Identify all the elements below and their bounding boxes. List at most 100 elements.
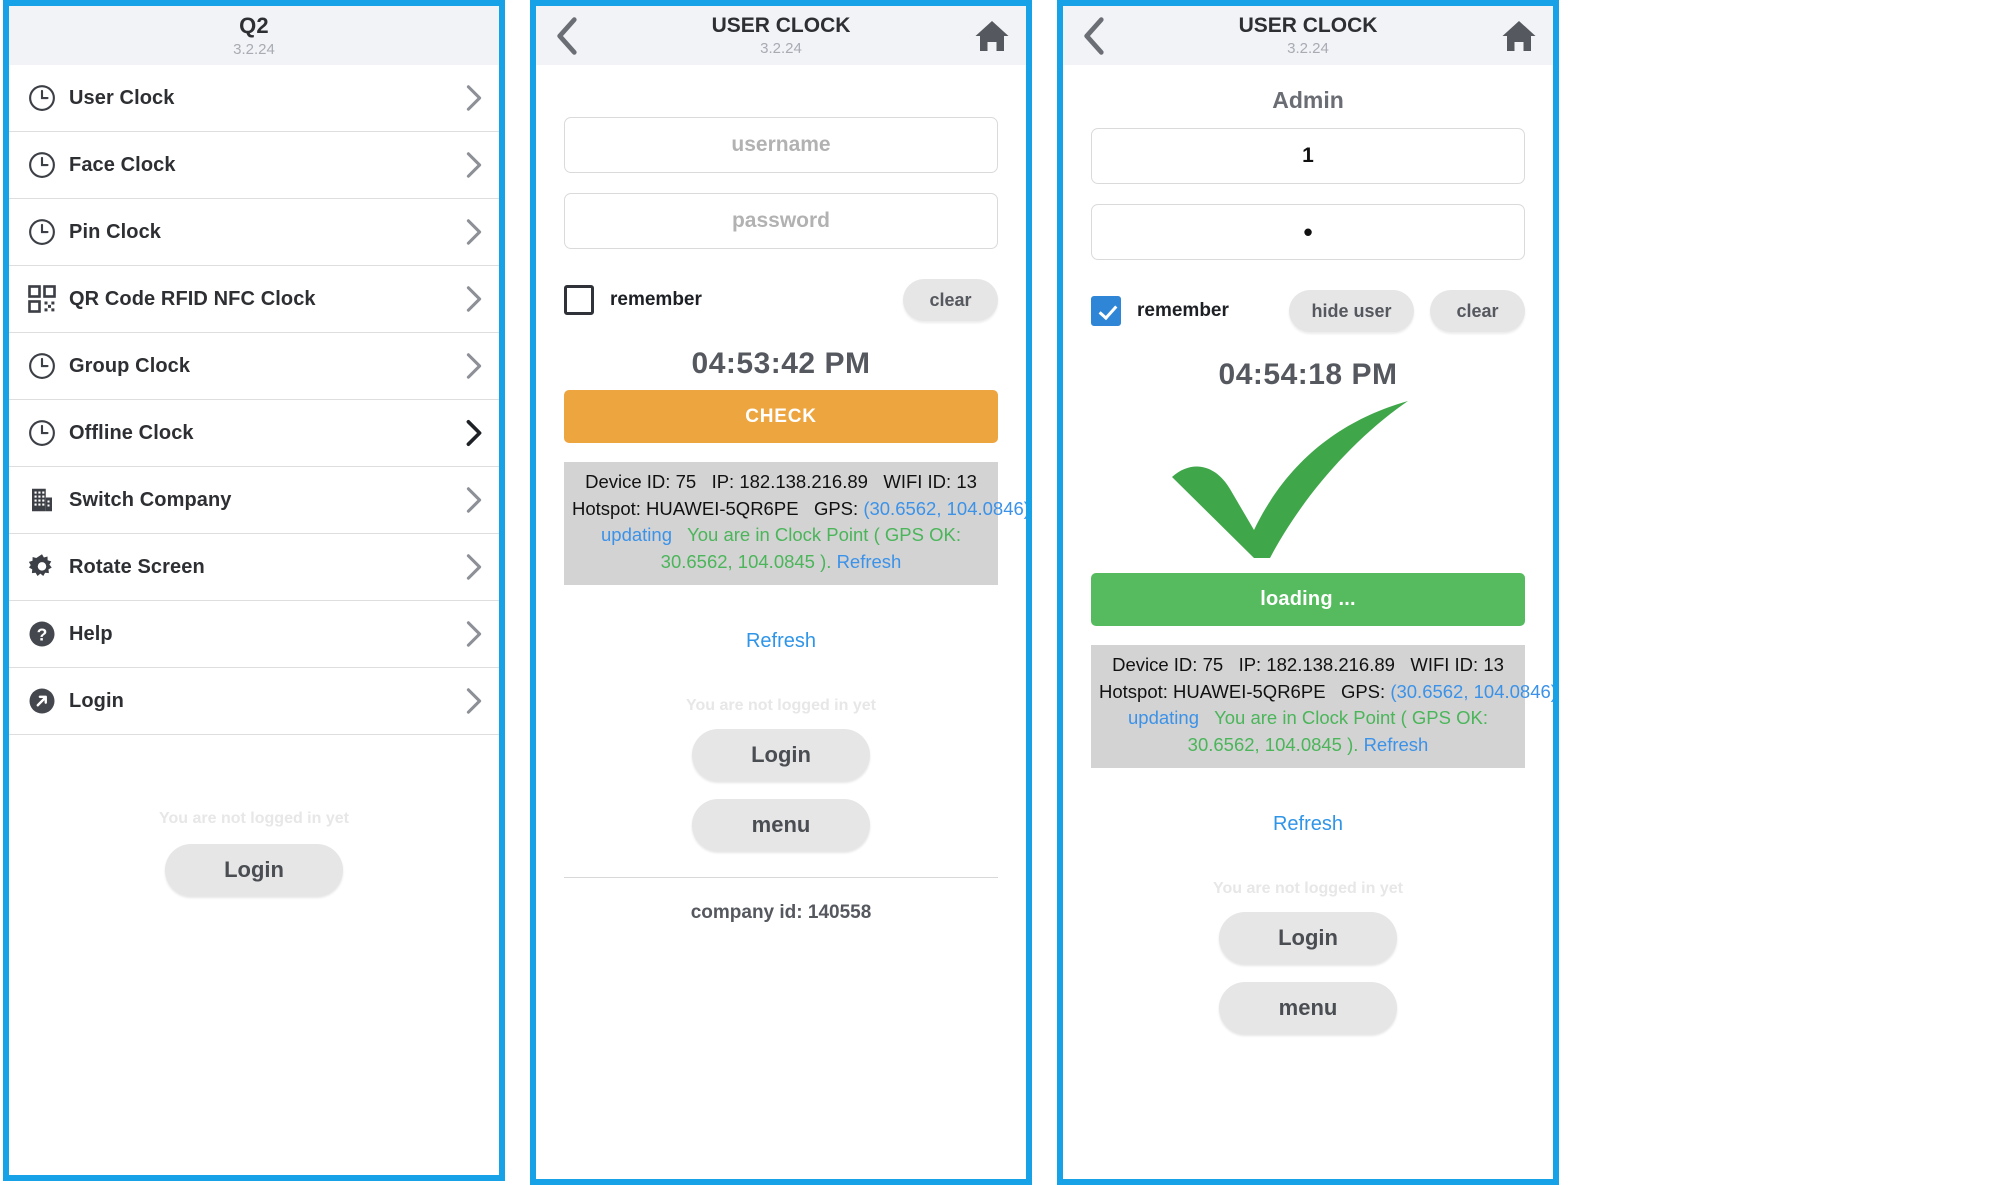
device-info-line-3: updating You are in Clock Point ( GPS OK… [1099,705,1517,758]
gps-value: (30.6562, 104.0846) [1390,680,1557,702]
gps-status-text: You are in Clock Point ( GPS OK: 30.6562… [1187,707,1488,755]
remember-label: remember [1137,300,1229,321]
password-input[interactable]: • [1091,204,1525,260]
svg-text:?: ? [37,625,48,645]
question-circle-icon: ? [27,619,69,649]
hotspot-label: Hotspot: [572,497,641,519]
menu-item-label: Help [69,622,113,645]
menu-item-switch-company[interactable]: Switch Company [9,467,499,534]
green-check-icon [1091,394,1525,564]
panel2-header: USER CLOCK 3.2.24 [536,6,1026,65]
wifi-id-value: 13 [1483,654,1504,675]
check-button[interactable]: CHECK [564,390,998,443]
menu-item-qr-code-rfid-nfc-clock[interactable]: QR Code RFID NFC Clock [9,266,499,333]
screenshot-root: Q2 3.2.24 User Clock Face Clock Pin Cloc… [0,0,2007,1185]
ip-value: 182.138.216.89 [739,471,868,492]
gps-label: GPS: [813,497,859,519]
menu-item-rotate-screen[interactable]: Rotate Screen [9,534,499,601]
password-input[interactable]: password [564,193,998,249]
login-button[interactable]: Login [1219,911,1397,964]
clock-display: 04:53:42 PM [691,347,871,380]
user-title: Admin [1272,87,1344,113]
menu-item-label: Pin Clock [69,220,162,243]
chevron-right-icon [465,553,483,581]
gps-value: (30.6562, 104.0846) [863,497,1030,519]
username-input[interactable]: username [564,117,998,173]
menu-item-label: QR Code RFID NFC Clock [69,287,316,310]
clock-icon [27,351,69,381]
remember-label: remember [610,289,702,310]
info-refresh-link[interactable]: Refresh [1364,734,1429,755]
clock-icon [27,150,69,180]
hide-user-button[interactable]: hide user [1289,290,1414,332]
qr-code-icon [27,284,69,314]
loading-button[interactable]: loading ... [1091,573,1525,626]
device-id-label: Device ID: [1112,654,1198,675]
menu-button[interactable]: menu [692,798,870,851]
app-version: 3.2.24 [233,40,275,58]
login-button[interactable]: Login [692,728,870,781]
options-row: remember clear [564,279,998,321]
menu-item-offline-clock[interactable]: Offline Clock [9,400,499,467]
menu-item-help[interactable]: ? Help [9,601,499,668]
login-button[interactable]: Login [165,844,343,896]
phone-panel-user-clock-login: USER CLOCK 3.2.24 username password reme… [530,0,1032,1185]
chevron-right-icon [465,84,483,112]
device-info-line-1: Device ID: 75 IP: 182.138.216.89 WIFI ID… [572,469,990,496]
username-input[interactable]: 1 [1091,128,1525,184]
footer-divider [564,876,998,878]
menu-item-label: User Clock [69,86,175,109]
panel3-header: USER CLOCK 3.2.24 [1063,6,1553,65]
menu-item-face-clock[interactable]: Face Clock [9,132,499,199]
menu-item-label: Rotate Screen [69,555,205,578]
chevron-right-icon [465,620,483,648]
panel1-header: Q2 3.2.24 [9,6,499,65]
panel3-body: Admin 1 • remember hide user clear 04:54… [1063,65,1553,1034]
info-refresh-link[interactable]: Refresh [837,551,902,572]
phone-panel-menu: Q2 3.2.24 User Clock Face Clock Pin Cloc… [3,0,505,1181]
panel3-header-center: USER CLOCK 3.2.24 [1239,15,1378,56]
page-title: Q2 [239,12,269,38]
menu-item-user-clock[interactable]: User Clock [9,65,499,132]
clear-button[interactable]: clear [903,279,998,321]
menu-item-pin-clock[interactable]: Pin Clock [9,199,499,266]
menu-item-label: Group Clock [69,354,191,377]
clock-icon [27,217,69,247]
updating-link[interactable]: updating [601,524,672,545]
clear-button[interactable]: clear [1430,290,1525,332]
building-icon [27,485,69,515]
device-id-value: 75 [675,471,697,492]
wifi-id-value: 13 [956,471,977,492]
back-icon[interactable] [1077,15,1111,57]
home-icon[interactable] [1499,16,1539,56]
ip-label: IP: [1238,654,1262,675]
not-logged-in-text: You are not logged in yet [1213,879,1403,897]
menu-item-login[interactable]: Login [9,668,499,735]
ip-label: IP: [711,471,735,492]
wifi-id-label: WIFI ID: [1410,654,1479,675]
back-icon[interactable] [550,15,584,57]
remember-checkbox[interactable] [1091,296,1121,326]
menu-item-label: Login [69,689,124,712]
chevron-right-icon [465,687,483,715]
chevron-right-icon [465,218,483,246]
panel2-header-center: USER CLOCK 3.2.24 [712,15,851,56]
app-version: 3.2.24 [1287,40,1329,57]
menu-button[interactable]: menu [1219,981,1397,1034]
menu-item-group-clock[interactable]: Group Clock [9,333,499,400]
menu-item-label: Offline Clock [69,421,194,444]
refresh-link[interactable]: Refresh [564,630,998,653]
gear-icon [27,552,69,582]
refresh-link[interactable]: Refresh [1091,813,1525,836]
panel3-footer: You are not logged in yet Login menu [1091,880,1525,1034]
panel2-footer: You are not logged in yet Login menu [564,697,998,851]
updating-link[interactable]: updating [1128,707,1199,728]
panel1-footer: You are not logged in yet Login [9,810,499,896]
panel2-body: username password remember clear 04:53:4… [536,65,1026,924]
device-id-value: 75 [1202,654,1224,675]
hotspot-value: HUAWEI-5QR6PE [1173,680,1326,702]
home-icon[interactable] [972,16,1012,56]
clock-display: 04:54:18 PM [1218,358,1398,391]
remember-checkbox[interactable] [564,285,594,315]
gps-status-text: You are in Clock Point ( GPS OK: 30.6562… [660,524,961,572]
